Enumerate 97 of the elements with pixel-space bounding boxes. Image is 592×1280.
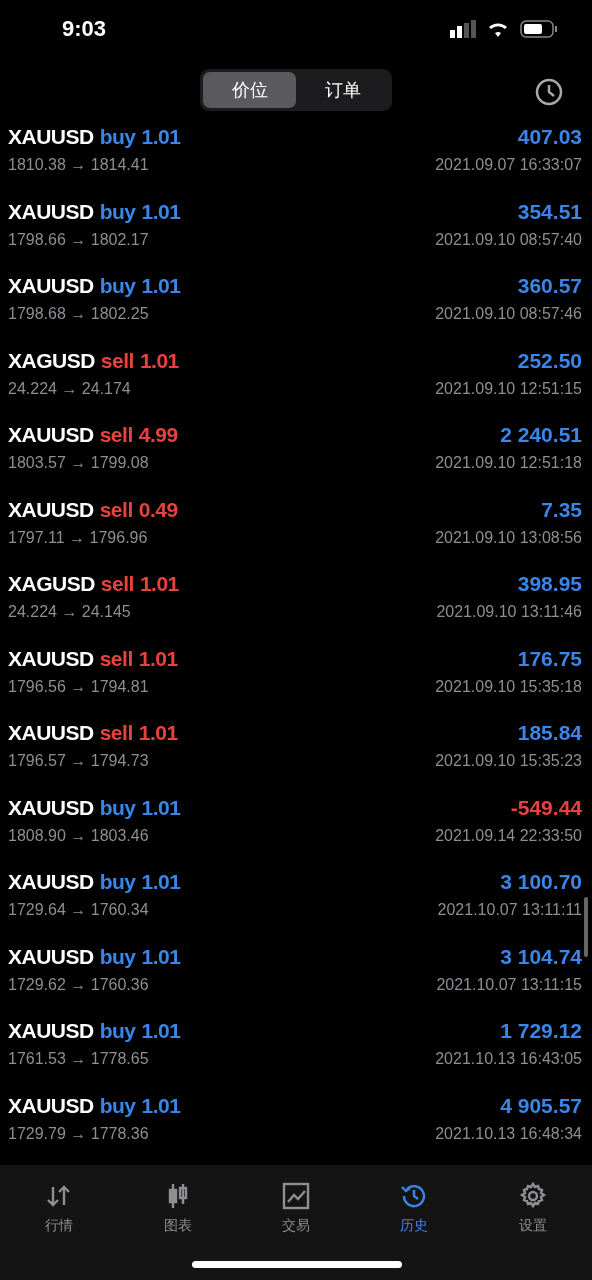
profit-text: 1 729.12 [500,1018,582,1045]
symbol-text: XAGUSD [8,572,95,597]
volume-text: 1.01 [141,795,181,820]
price-range: 1798.66 → 1802.17 [8,230,149,249]
trade-time: 2021.09.10 12:51:18 [435,454,582,473]
trade-time: 2021.09.10 13:11:46 [436,603,582,622]
profit-text: 407.03 [517,124,582,151]
signal-icon [450,19,476,38]
trade-side: sell [99,423,133,448]
trade-time: 2021.10.13 16:48:34 [435,1124,582,1143]
profit-text: 3 104.74 [500,943,582,970]
tab-bar-item[interactable]: 图表 [118,1165,237,1246]
profit-text: 354.51 [517,198,582,225]
price-range: 24.224 → 24.174 [8,379,131,398]
tab-bar-item[interactable]: 设置 [473,1165,592,1246]
symbol-text: XAUUSD [8,944,94,969]
volume-text: 1.01 [141,199,181,224]
trade-side: buy [99,274,136,299]
price-range: 1796.57 → 1794.73 [8,752,149,771]
symbol-text: XAUUSD [8,125,94,150]
symbol-text: XAGUSD [8,348,95,373]
price-range: 1798.68 → 1802.25 [8,305,149,324]
battery-icon [520,19,558,38]
price-range: 1797.11 → 1796.96 [8,528,148,547]
price-range: 1796.56 → 1794.81 [8,677,149,696]
trade-side: buy [99,199,136,224]
symbol-text: XAUUSD [8,646,94,671]
price-range: 1810.38 → 1814.41 [8,156,149,175]
trade-time: 2021.09.10 12:51:15 [435,379,582,398]
profit-text: 185.84 [517,720,582,747]
trade-time: 2021.10.13 16:43:05 [435,1050,582,1069]
volume-text: 1.01 [139,572,179,597]
symbol-text: XAUUSD [8,795,94,820]
price-range: 1803.57 → 1799.08 [8,454,149,473]
segment-tab[interactable]: 订单 [296,71,389,108]
volume-text: 1.01 [138,721,178,746]
profit-text: 4 905.57 [500,1092,582,1119]
trade-side: sell [99,721,133,746]
price-range: 24.224 → 24.145 [8,603,131,622]
volume-text: 1.01 [141,1093,181,1118]
tab-bar-item[interactable]: 行情 [0,1165,119,1246]
volume-text: 1.01 [141,944,181,969]
trade-side: buy [99,870,136,895]
profit-text: -549.44 [510,794,582,821]
profit-text: 3 100.70 [500,869,582,896]
symbol-text: XAUUSD [8,1019,94,1044]
volume-text: 0.49 [138,497,178,522]
profit-text: 2 240.51 [500,422,582,449]
symbol-text: XAUUSD [8,721,94,746]
trade-side: buy [99,795,136,820]
trade-time: 2021.09.10 15:35:18 [435,677,582,696]
trade-time: 2021.09.10 08:57:46 [435,305,582,324]
trade-time: 2021.09.07 16:33:07 [435,156,582,175]
symbol-text: XAUUSD [8,423,94,448]
volume-text: 1.01 [138,646,178,671]
price-range: 1729.62 → 1760.36 [8,975,149,994]
price-range: 1729.64 → 1760.34 [8,901,149,920]
symbol-text: XAUUSD [8,870,94,895]
trade-time: 2021.09.14 22:33:50 [435,826,582,845]
price-range: 1761.53 → 1778.65 [8,1050,149,1069]
profit-text: 252.50 [517,347,582,374]
trade-side: sell [99,497,133,522]
volume-text: 1.01 [141,870,181,895]
symbol-text: XAUUSD [8,199,94,224]
volume-text: 1.01 [141,125,181,150]
price-range: 1808.90 → 1803.46 [8,826,149,845]
trade-side: sell [100,572,134,597]
profit-text: 7.35 [541,496,582,523]
segment-tab[interactable]: 价位 [203,71,296,108]
trade-time: 2021.10.07 13:11:15 [436,975,582,994]
trade-time: 2021.09.10 15:35:23 [435,752,582,771]
trade-time: 2021.10.07 13:11:11 [437,901,582,920]
symbol-text: XAUUSD [8,274,94,299]
clock-icon[interactable] [534,77,564,108]
trade-side: buy [99,944,136,969]
volume-text: 1.01 [139,348,179,373]
scroll-indicator [584,897,588,957]
tab-bar-item[interactable]: 交易 [236,1165,356,1246]
tab-bar-item[interactable]: 历史 [355,1165,474,1246]
profit-text: 176.75 [517,645,582,672]
price-range: 1729.79 → 1778.36 [8,1124,149,1143]
line-chart-icon [281,1181,311,1212]
profit-text: 398.95 [517,571,582,598]
trade-time: 2021.09.10 08:57:40 [435,230,582,249]
symbol-text: XAUUSD [8,1093,94,1118]
trade-side: buy [99,1093,136,1118]
trade-side: buy [99,125,136,150]
volume-text: 4.99 [138,423,178,448]
volume-text: 1.01 [141,274,181,299]
trade-time: 2021.09.10 13:08:56 [435,528,582,547]
symbol-text: XAUUSD [8,497,94,522]
profit-text: 360.57 [517,273,582,300]
status-time: 9:03 [62,15,107,42]
volume-text: 1.01 [141,1019,181,1044]
trade-side: buy [99,1019,136,1044]
trade-side: sell [99,646,133,671]
trade-side: sell [100,348,134,373]
